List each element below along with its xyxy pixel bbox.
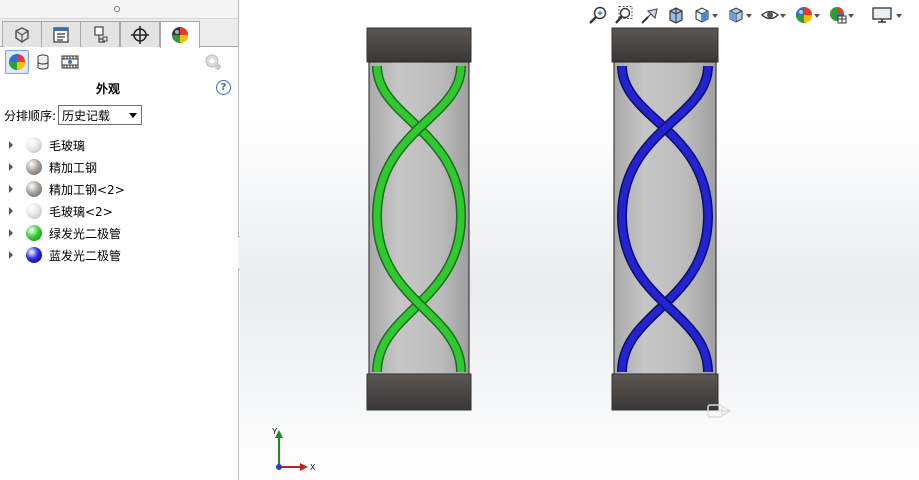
subtab-decals[interactable] — [31, 50, 55, 74]
subtab-scenes[interactable] — [58, 50, 82, 74]
section-view-button[interactable] — [665, 4, 687, 26]
appearance-swatch-icon — [26, 159, 42, 175]
view-settings-icon — [872, 7, 892, 23]
watermark-icon — [707, 404, 732, 418]
subtab-appearances[interactable] — [5, 50, 29, 74]
sort-order-row: 分排顺序: 历史记载 — [4, 105, 143, 125]
hide-show-items-button[interactable] — [759, 4, 781, 26]
appearance-list: 毛玻璃精加工钢精加工钢<2> 毛玻璃<2> 绿发光二极管 蓝发光二极管 — [0, 134, 238, 266]
feature-tree-icon — [15, 26, 29, 43]
zoom-to-fit-button[interactable] — [587, 4, 609, 26]
appearance-swatch-icon — [26, 137, 42, 153]
expand-arrow-icon[interactable] — [9, 229, 13, 237]
view-orientation-icon — [695, 7, 709, 23]
graphics-area[interactable]: Y X — [240, 0, 919, 480]
appearance-panel: 外观 ? 分排顺序: 历史记载 毛玻璃精加工钢精加工钢<2> 毛玻璃<2> 绿发光二… — [0, 0, 239, 480]
zoom-to-area-icon — [615, 6, 633, 24]
appearance-swatch-icon — [26, 247, 42, 263]
cylinder-right[interactable] — [611, 27, 719, 411]
appearance-swatch-icon — [26, 225, 42, 241]
expand-arrow-icon[interactable] — [9, 185, 13, 193]
appearance-item[interactable]: 绿发光二极管 — [0, 222, 238, 244]
sort-order-select[interactable]: 历史记载 — [58, 105, 143, 125]
appearance-item[interactable]: 毛玻璃<2> — [0, 200, 238, 222]
bottom-cap — [611, 373, 719, 411]
tab-property-manager[interactable] — [41, 21, 81, 47]
model-scene — [366, 27, 719, 411]
chevron-down-icon[interactable] — [780, 14, 786, 18]
expand-arrow-icon[interactable] — [9, 207, 13, 215]
expand-arrow-icon[interactable] — [9, 141, 13, 149]
appearance-item-label: 精加工钢 — [49, 161, 98, 175]
sort-order-label: 分排顺序: — [4, 108, 57, 123]
appearance-item-label: 精加工钢<2> — [49, 183, 125, 197]
manager-tabbar — [0, 19, 238, 48]
zoom-to-fit-icon — [589, 6, 607, 24]
z-axis-dot — [276, 464, 282, 470]
chevron-down-icon — [129, 113, 138, 118]
heads-up-view-toolbar — [587, 4, 919, 28]
appearance-item-label: 毛玻璃<2> — [49, 205, 113, 219]
previous-view-icon — [641, 8, 658, 24]
configuration-icon — [94, 25, 108, 43]
appearance-item-label: 绿发光二极管 — [49, 227, 122, 241]
appearance-item[interactable]: 蓝发光二极管 — [0, 244, 238, 266]
x-arrow — [300, 463, 308, 471]
expand-arrow-icon[interactable] — [9, 163, 13, 171]
top-cap — [611, 27, 719, 63]
tab-dimxpert-manager[interactable] — [120, 21, 160, 47]
tab-feature-manager[interactable] — [2, 21, 42, 47]
appearance-item-label: 毛玻璃 — [49, 139, 86, 153]
color-ball-icon — [9, 54, 25, 70]
appearance-item-label: 蓝发光二极管 — [49, 249, 122, 263]
y-axis-label: Y — [272, 428, 278, 436]
edit-appearance-icon — [796, 7, 812, 23]
chevron-down-icon[interactable] — [746, 14, 752, 18]
glass-body — [368, 61, 470, 375]
appearance-swatch-icon — [26, 203, 42, 219]
appearance-item[interactable]: 精加工钢 — [0, 156, 238, 178]
property-list-icon — [53, 26, 69, 43]
sort-order-value: 历史记载 — [62, 108, 111, 123]
x-axis-label: X — [310, 463, 316, 472]
view-settings-button[interactable] — [871, 4, 893, 26]
decal-icon — [37, 54, 49, 70]
bottom-cap — [366, 373, 472, 411]
zoom-to-area-button[interactable] — [613, 4, 635, 26]
help-icon[interactable]: ? — [216, 80, 231, 95]
section-view-icon — [669, 7, 683, 24]
appearance-item[interactable]: 精加工钢<2> — [0, 178, 238, 200]
previous-view-button[interactable] — [639, 4, 661, 26]
grip-dot — [114, 6, 120, 12]
crosshair-icon — [131, 25, 149, 44]
display-style-button[interactable] — [725, 4, 747, 26]
chevron-down-icon[interactable] — [896, 14, 902, 18]
glass-body — [613, 61, 717, 375]
chevron-down-icon[interactable] — [814, 14, 820, 18]
appearance-ball-icon — [172, 27, 188, 43]
chevron-down-icon[interactable] — [848, 14, 854, 18]
appearance-item[interactable]: 毛玻璃 — [0, 134, 238, 156]
panel-grip[interactable] — [0, 0, 238, 19]
expand-arrow-icon[interactable] — [9, 251, 13, 259]
tab-display-manager[interactable] — [160, 21, 200, 48]
cylinder-left[interactable] — [366, 27, 472, 411]
edit-appearance-button[interactable] — [793, 4, 815, 26]
tab-configuration-manager[interactable] — [80, 21, 120, 47]
top-cap — [366, 27, 472, 63]
chevron-down-icon[interactable] — [712, 14, 718, 18]
lights-settings-icon[interactable] — [203, 52, 223, 72]
display-style-icon — [729, 7, 743, 23]
hide-show-icon — [761, 10, 779, 20]
panel-title: 外观 — [95, 82, 120, 96]
scene-icon — [61, 55, 79, 69]
apply-scene-button[interactable] — [827, 4, 849, 26]
apply-scene-icon — [830, 7, 847, 24]
view-orientation-button[interactable] — [691, 4, 713, 26]
appearance-swatch-icon — [26, 181, 42, 197]
reference-triad: Y X — [272, 428, 316, 472]
